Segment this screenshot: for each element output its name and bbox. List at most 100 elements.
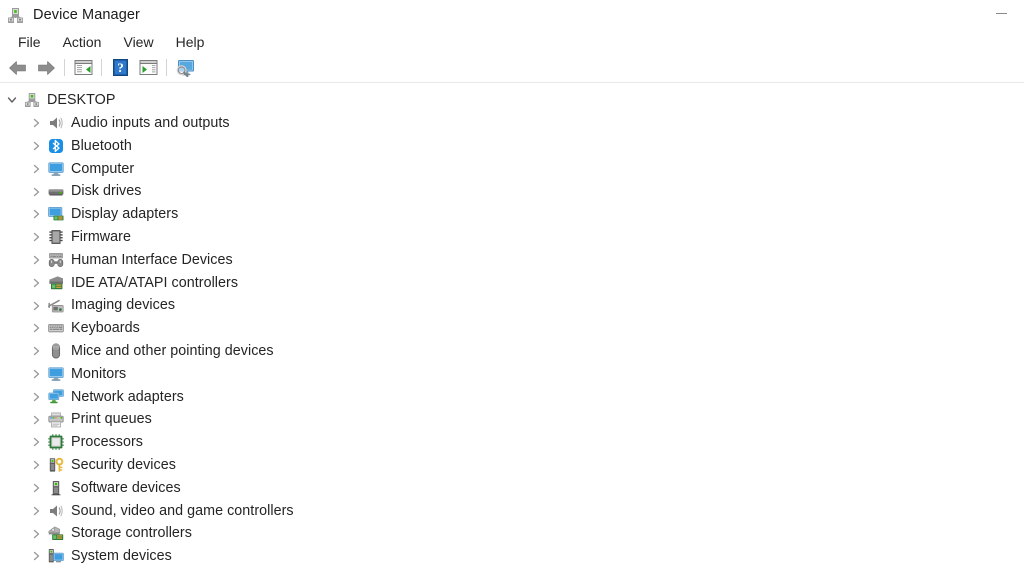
display-adapter-icon: [48, 206, 64, 222]
tree-item-network-adapters[interactable]: Network adapters: [0, 385, 1024, 408]
minimize-button[interactable]: [978, 0, 1024, 30]
tree-item-disk-drives[interactable]: Disk drives: [0, 180, 1024, 203]
chevron-right-icon[interactable]: [28, 366, 44, 382]
help-question-icon: ?: [112, 59, 128, 76]
tree-item-firmware[interactable]: Firmware: [0, 226, 1024, 249]
ide-controller-icon: [48, 275, 64, 291]
chevron-right-icon[interactable]: [28, 184, 44, 200]
forward-arrow-icon: [38, 60, 55, 75]
chevron-right-icon[interactable]: [28, 298, 44, 314]
tree-item-print-queues[interactable]: Print queues: [0, 408, 1024, 431]
chevron-right-icon[interactable]: [28, 229, 44, 245]
properties-panel-icon: [139, 60, 157, 75]
device-manager-icon: [7, 7, 24, 24]
chevron-right-icon[interactable]: [28, 275, 44, 291]
menu-view[interactable]: View: [113, 33, 163, 51]
toolbar-separator-2: [101, 59, 102, 76]
chevron-right-icon[interactable]: [28, 503, 44, 519]
scan-monitor-icon: [176, 59, 194, 77]
show-hide-console-tree-button[interactable]: [70, 56, 96, 80]
console-tree-icon: [74, 60, 92, 75]
chevron-right-icon[interactable]: [28, 548, 44, 564]
chevron-right-icon[interactable]: [28, 320, 44, 336]
chevron-right-icon[interactable]: [28, 252, 44, 268]
chevron-right-icon[interactable]: [28, 457, 44, 473]
tree-item-imaging-devices[interactable]: Imaging devices: [0, 294, 1024, 317]
tree-item-system-devices[interactable]: System devices: [0, 545, 1024, 568]
scan-for-hardware-changes-button[interactable]: [172, 56, 198, 80]
imaging-device-icon: [48, 298, 64, 314]
storage-controller-icon: [48, 526, 64, 542]
keyboard-icon: [48, 320, 64, 336]
forward-button[interactable]: [33, 56, 59, 80]
chevron-right-icon[interactable]: [28, 389, 44, 405]
menu-file[interactable]: File: [8, 33, 51, 51]
tree-item-label: Network adapters: [71, 388, 184, 405]
software-device-icon: [48, 480, 64, 496]
printer-icon: [48, 412, 64, 428]
tree-item-audio-inputs-and-outputs[interactable]: Audio inputs and outputs: [0, 112, 1024, 135]
toolbar-separator-1: [64, 59, 65, 76]
tree-item-processors[interactable]: Processors: [0, 431, 1024, 454]
tree-item-label: Keyboards: [71, 320, 140, 337]
tree-item-bluetooth[interactable]: Bluetooth: [0, 135, 1024, 158]
disk-drive-icon: [48, 184, 64, 200]
chevron-right-icon[interactable]: [28, 434, 44, 450]
tree-item-label: Print queues: [71, 411, 152, 428]
tree-item-computer[interactable]: Computer: [0, 157, 1024, 180]
svg-text:?: ?: [117, 60, 124, 75]
toolbar-separator-3: [166, 59, 167, 76]
chevron-right-icon[interactable]: [28, 138, 44, 154]
tree-item-sound-video-and-game-controllers[interactable]: Sound, video and game controllers: [0, 499, 1024, 522]
firmware-chip-icon: [48, 229, 64, 245]
menu-bar: File Action View Help: [0, 30, 1024, 53]
window-title: Device Manager: [33, 6, 140, 23]
chevron-right-icon[interactable]: [28, 480, 44, 496]
tree-item-mice-and-other-pointing-devices[interactable]: Mice and other pointing devices: [0, 340, 1024, 363]
tree-item-label: IDE ATA/ATAPI controllers: [71, 274, 239, 291]
security-key-icon: [48, 457, 64, 473]
device-manager-window: Device Manager File Action View Help ? D…: [0, 0, 1024, 576]
menu-action[interactable]: Action: [53, 33, 112, 51]
title-bar: Device Manager: [0, 0, 1024, 30]
chevron-right-icon[interactable]: [28, 526, 44, 542]
tree-item-label: Disk drives: [71, 183, 142, 200]
tree-item-storage-controllers[interactable]: Storage controllers: [0, 522, 1024, 545]
tree-item-label: Mice and other pointing devices: [71, 343, 274, 360]
tree-item-display-adapters[interactable]: Display adapters: [0, 203, 1024, 226]
tree-item-ide-ata-atapi-controllers[interactable]: IDE ATA/ATAPI controllers: [0, 271, 1024, 294]
tree-root-desktop[interactable]: DESKTOP: [0, 89, 1024, 112]
bluetooth-icon: [48, 138, 64, 154]
tree-item-keyboards[interactable]: Keyboards: [0, 317, 1024, 340]
chevron-right-icon[interactable]: [28, 115, 44, 131]
tree-item-label: Audio inputs and outputs: [71, 115, 230, 132]
chevron-right-icon[interactable]: [28, 412, 44, 428]
tree-item-label: Storage controllers: [71, 525, 192, 542]
minimize-icon: [995, 13, 1007, 14]
tree-item-label: Firmware: [71, 229, 131, 246]
back-button[interactable]: [5, 56, 31, 80]
menu-help[interactable]: Help: [166, 33, 215, 51]
tree-item-label: Bluetooth: [71, 137, 132, 154]
tree-item-software-devices[interactable]: Software devices: [0, 477, 1024, 500]
chevron-right-icon[interactable]: [28, 161, 44, 177]
window-controls: [978, 0, 1024, 30]
monitor-icon: [48, 161, 64, 177]
help-button[interactable]: ?: [107, 56, 133, 80]
tree-item-security-devices[interactable]: Security devices: [0, 454, 1024, 477]
tree-item-label: Display adapters: [71, 206, 179, 223]
chevron-right-icon[interactable]: [28, 206, 44, 222]
tree-item-label: Monitors: [71, 365, 127, 382]
tree-item-label: Software devices: [71, 479, 181, 496]
speaker-icon: [48, 503, 64, 519]
properties-button[interactable]: [135, 56, 161, 80]
speaker-icon: [48, 115, 64, 131]
device-tree[interactable]: DESKTOP Audio inputs and outputs Bluetoo…: [0, 83, 1024, 576]
chevron-right-icon[interactable]: [28, 343, 44, 359]
chevron-down-icon[interactable]: [4, 92, 20, 108]
tree-item-monitors[interactable]: Monitors: [0, 363, 1024, 386]
tree-item-label: Sound, video and game controllers: [71, 502, 294, 519]
tree-item-human-interface-devices[interactable]: Human Interface Devices: [0, 249, 1024, 272]
computer-root-icon: [24, 92, 40, 108]
tree-root-label: DESKTOP: [47, 92, 116, 109]
